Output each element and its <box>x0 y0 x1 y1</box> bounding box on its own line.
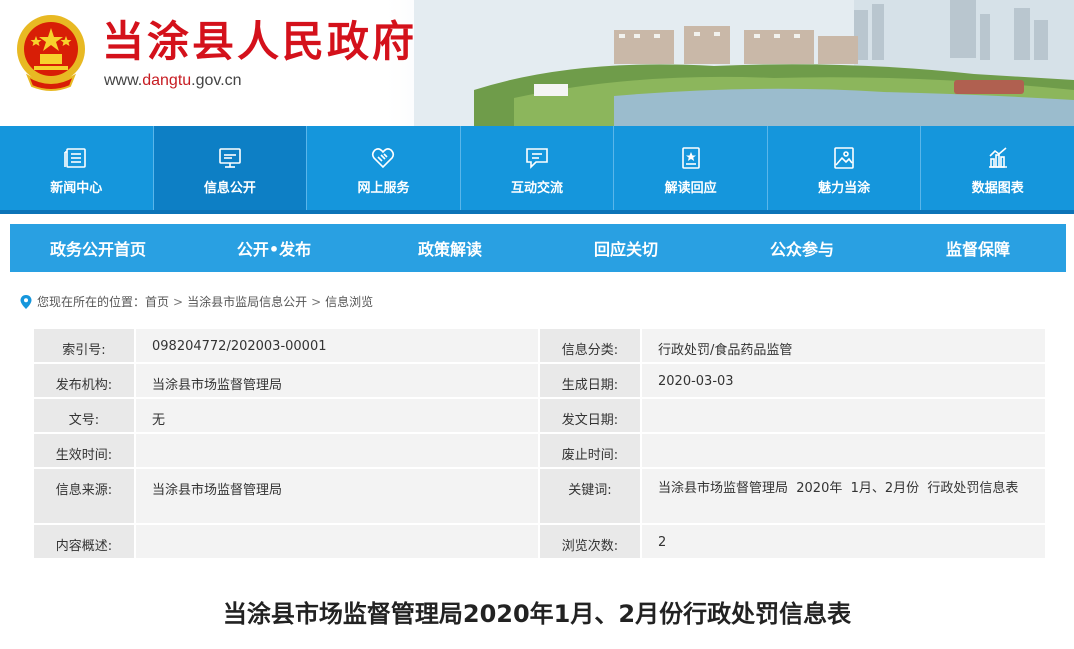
subnav-item-supervision[interactable]: 监督保障 <box>890 224 1066 272</box>
location-pin-icon <box>20 294 32 309</box>
breadcrumb-separator: > <box>311 294 322 309</box>
table-row: 索引号: 098204772/202003-00001 信息分类: 行政处罚/食… <box>32 327 1047 364</box>
created-date-label: 生成日期: <box>538 362 642 399</box>
effective-time-label: 生效时间: <box>32 432 136 469</box>
category-value: 行政处罚/食品药品监管 <box>640 327 1047 364</box>
nav-divider <box>0 210 1074 214</box>
keywords-value: 当涂县市场监督管理局 2020年 1月、2月份 行政处罚信息表 <box>640 467 1047 525</box>
effective-time-value <box>134 432 540 469</box>
table-row: 生效时间: 废止时间: <box>32 432 1047 469</box>
national-emblem-icon <box>17 15 85 91</box>
subnav-item-publish[interactable]: 公开•发布 <box>186 224 362 272</box>
newspaper-icon <box>64 147 87 168</box>
publisher-label: 发布机构: <box>32 362 136 399</box>
document-title: 当涂县市场监督管理局2020年1月、2月份行政处罚信息表 <box>222 600 852 628</box>
source-value: 当涂县市场监督管理局 <box>134 467 540 525</box>
table-row: 信息来源: 当涂县市场监督管理局 关键词: 当涂县市场监督管理局 2020年 1… <box>32 467 1047 525</box>
monitor-icon <box>219 147 241 168</box>
nav-item-interpretation[interactable]: 解读回应 <box>614 126 768 214</box>
subnav-item-gov-home[interactable]: 政务公开首页 <box>10 224 186 272</box>
category-label: 信息分类: <box>538 327 642 364</box>
created-date-value: 2020-03-03 <box>640 362 1047 399</box>
nav-item-label: 解读回应 <box>664 180 717 196</box>
nav-item-charm-dangtu[interactable]: 魅力当涂 <box>768 126 922 214</box>
breadcrumb-separator: > <box>173 294 184 309</box>
nav-item-info-disclosure[interactable]: 信息公开 <box>153 126 308 214</box>
city-skyline-banner <box>414 0 1074 126</box>
breadcrumb-info-browse[interactable]: 信息浏览 <box>325 293 373 310</box>
nav-item-label: 信息公开 <box>203 180 256 196</box>
index-no-value: 098204772/202003-00001 <box>134 327 540 364</box>
bookmark-icon <box>681 146 700 169</box>
site-title: 当涂县人民政府 <box>102 17 418 66</box>
bar-chart-icon <box>988 146 1007 168</box>
issue-date-label: 发文日期: <box>538 397 642 434</box>
picture-icon <box>834 146 854 169</box>
subnav-item-policy-interpretation[interactable]: 政策解读 <box>362 224 538 272</box>
nav-item-label: 新闻中心 <box>50 180 103 196</box>
nav-item-label: 数据图表 <box>971 180 1024 196</box>
nav-item-interaction[interactable]: 互动交流 <box>461 126 615 214</box>
nav-item-label: 互动交流 <box>511 180 564 196</box>
subnav-item-response[interactable]: 回应关切 <box>538 224 714 272</box>
view-count-label: 浏览次数: <box>538 523 642 560</box>
nav-item-news-center[interactable]: 新闻中心 <box>0 126 154 214</box>
publisher-value: 当涂县市场监督管理局 <box>134 362 540 399</box>
nav-item-data-charts[interactable]: 数据图表 <box>921 126 1074 214</box>
subnav-item-public-participation[interactable]: 公众参与 <box>714 224 890 272</box>
keywords-label: 关键词: <box>538 467 642 525</box>
info-metadata-table: 索引号: 098204772/202003-00001 信息分类: 行政处罚/食… <box>32 327 1047 560</box>
summary-value <box>134 523 540 560</box>
sub-nav: 政务公开首页 公开•发布 政策解读 回应关切 公众参与 监督保障 <box>10 224 1066 272</box>
summary-label: 内容概述: <box>32 523 136 560</box>
source-label: 信息来源: <box>32 467 136 525</box>
main-nav: 新闻中心 信息公开 网上服务 互动交流 解读回应 魅力当涂 数据图表 <box>0 126 1074 214</box>
breadcrumb: 您现在所在的位置： 首页 > 当涂县市监局信息公开 > 信息浏览 <box>20 293 373 310</box>
expiry-time-value <box>640 432 1047 469</box>
issue-date-value <box>640 397 1047 434</box>
nav-item-label: 魅力当涂 <box>818 180 871 196</box>
table-row: 发布机构: 当涂县市场监督管理局 生成日期: 2020-03-03 <box>32 362 1047 399</box>
breadcrumb-home[interactable]: 首页 <box>145 293 169 310</box>
doc-no-value: 无 <box>134 397 540 434</box>
expiry-time-label: 废止时间: <box>538 432 642 469</box>
nav-item-label: 网上服务 <box>357 180 410 196</box>
doc-no-label: 文号: <box>32 397 136 434</box>
site-header: 当涂县人民政府 www.dangtu.gov.cn <box>0 0 1074 126</box>
nav-item-online-service[interactable]: 网上服务 <box>307 126 461 214</box>
table-row: 内容概述: 浏览次数: 2 <box>32 523 1047 560</box>
chat-bubble-icon <box>526 147 548 169</box>
handshake-icon <box>372 147 395 168</box>
view-count-value: 2 <box>640 523 1047 560</box>
breadcrumb-bureau-disclosure[interactable]: 当涂县市监局信息公开 <box>187 293 307 310</box>
breadcrumb-prefix: 您现在所在的位置： <box>37 295 146 309</box>
table-row: 文号: 无 发文日期: <box>32 397 1047 434</box>
index-no-label: 索引号: <box>32 327 136 364</box>
site-url: www.dangtu.gov.cn <box>104 72 242 89</box>
